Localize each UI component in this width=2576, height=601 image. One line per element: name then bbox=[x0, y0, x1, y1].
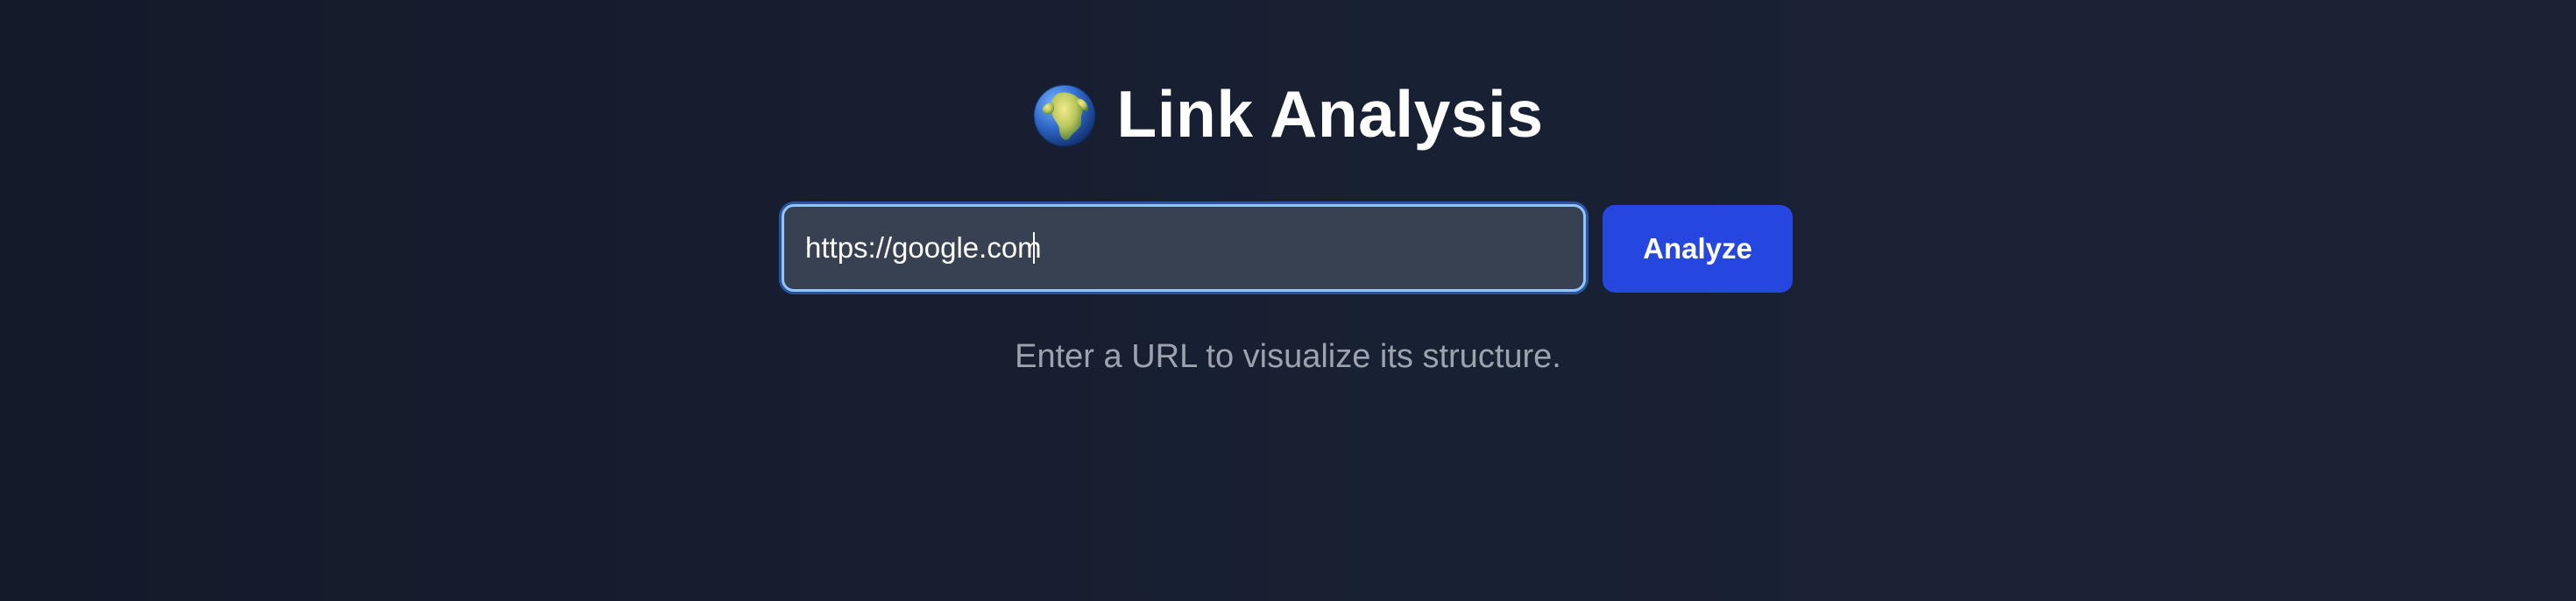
text-caret bbox=[1033, 232, 1035, 264]
hint-text: Enter a URL to visualize its structure. bbox=[1015, 338, 1561, 375]
url-input[interactable] bbox=[782, 204, 1586, 292]
link-analysis-page: Link Analysis Analyze Enter a URL to vis… bbox=[0, 0, 2576, 601]
analyze-button[interactable]: Analyze bbox=[1603, 205, 1793, 293]
page-header: Link Analysis bbox=[0, 72, 2576, 156]
globe-icon bbox=[1032, 83, 1097, 148]
page-title: Link Analysis bbox=[1116, 76, 1544, 151]
